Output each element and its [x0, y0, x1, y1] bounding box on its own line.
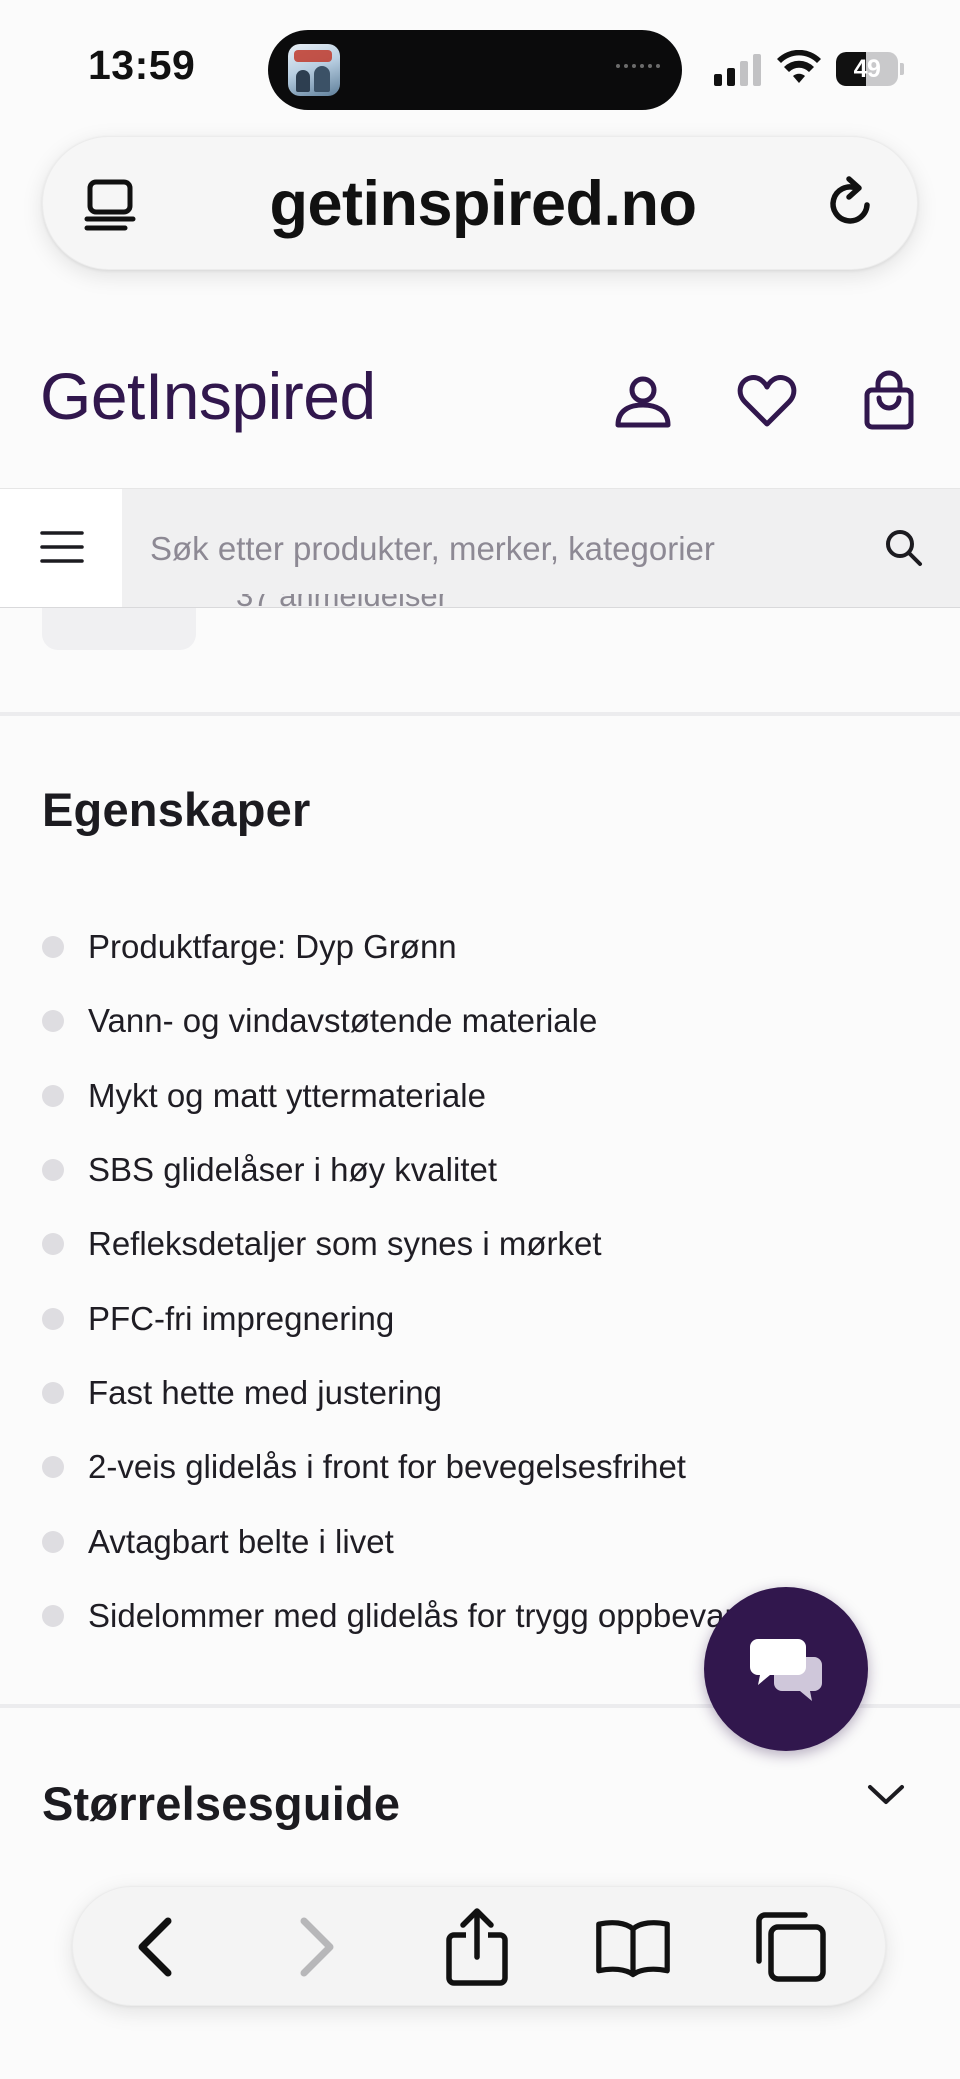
- list-item: Refleksdetaljer som synes i mørket: [42, 1207, 922, 1281]
- chevron-down-icon[interactable]: [866, 1782, 906, 1808]
- battery-icon: 49: [836, 52, 904, 86]
- tabs-icon: [756, 1912, 826, 1982]
- bullet-icon: [42, 1159, 64, 1182]
- reader-icon[interactable]: [83, 177, 137, 231]
- size-guide-title[interactable]: Størrelsesguide: [42, 1776, 400, 1831]
- chat-icon: [750, 1639, 822, 1701]
- share-button[interactable]: [439, 1908, 515, 1986]
- list-item: Avtagbart belte i livet: [42, 1504, 922, 1578]
- bookmarks-button[interactable]: [595, 1909, 671, 1985]
- back-button[interactable]: [117, 1909, 193, 1985]
- list-item: Produktfarge: Dyp Grønn: [42, 910, 922, 984]
- bullet-icon: [42, 1084, 64, 1107]
- list-item: Fast hette med justering: [42, 1356, 922, 1430]
- reload-icon[interactable]: [823, 175, 879, 231]
- bullet-icon: [42, 936, 64, 959]
- list-item: Vann- og vindavstøtende materiale: [42, 984, 922, 1058]
- list-item: 2-veis glidelås i front for bevegelsesfr…: [42, 1430, 922, 1504]
- site-logo[interactable]: GetInspired: [40, 356, 376, 436]
- search-input[interactable]: [150, 519, 830, 579]
- back-icon: [138, 1917, 172, 1977]
- bullet-icon: [42, 1381, 64, 1404]
- chat-button[interactable]: [704, 1587, 868, 1751]
- signal-icon: [714, 52, 762, 86]
- url-text[interactable]: getinspired.no: [193, 167, 773, 241]
- status-time: 13:59: [88, 42, 196, 88]
- bullet-icon: [42, 1530, 64, 1553]
- forward-icon: [300, 1917, 334, 1977]
- bullet-icon: [42, 1233, 64, 1256]
- bullet-icon: [42, 1307, 64, 1330]
- hamburger-icon: [40, 531, 84, 563]
- heart-icon[interactable]: [736, 370, 798, 432]
- share-icon: [446, 1908, 508, 1986]
- list-item: SBS glidelåser i høy kvalitet: [42, 1133, 922, 1207]
- search-bar: [0, 488, 960, 608]
- audio-waveform-icon: [616, 64, 660, 68]
- wifi-icon: [777, 50, 821, 83]
- dynamic-island[interactable]: [268, 30, 682, 110]
- review-count[interactable]: 37 anmeldelser: [236, 594, 448, 622]
- section-divider: [0, 712, 960, 716]
- bullet-icon: [42, 1010, 64, 1033]
- bullet-icon: [42, 1456, 64, 1479]
- bullet-icon: [42, 1604, 64, 1627]
- list-item: PFC-fri impregnering: [42, 1281, 922, 1355]
- menu-button[interactable]: [0, 489, 122, 607]
- properties-list: Produktfarge: Dyp Grønn Vann- og vindavs…: [42, 910, 922, 1653]
- bookmarks-icon: [596, 1920, 670, 1978]
- address-bar[interactable]: getinspired.no: [42, 136, 918, 270]
- forward-button[interactable]: [279, 1909, 355, 1985]
- tabs-button[interactable]: [753, 1909, 829, 1985]
- battery-percent: 49: [853, 55, 881, 83]
- now-playing-app-icon: [288, 44, 340, 96]
- browser-toolbar: [72, 1886, 886, 2006]
- search-icon[interactable]: [884, 528, 924, 568]
- bag-icon[interactable]: [858, 370, 920, 432]
- review-thumbnail: [42, 608, 196, 650]
- account-icon[interactable]: [612, 370, 674, 432]
- properties-title: Egenskaper: [42, 783, 311, 836]
- list-item: Mykt og matt yttermateriale: [42, 1059, 922, 1133]
